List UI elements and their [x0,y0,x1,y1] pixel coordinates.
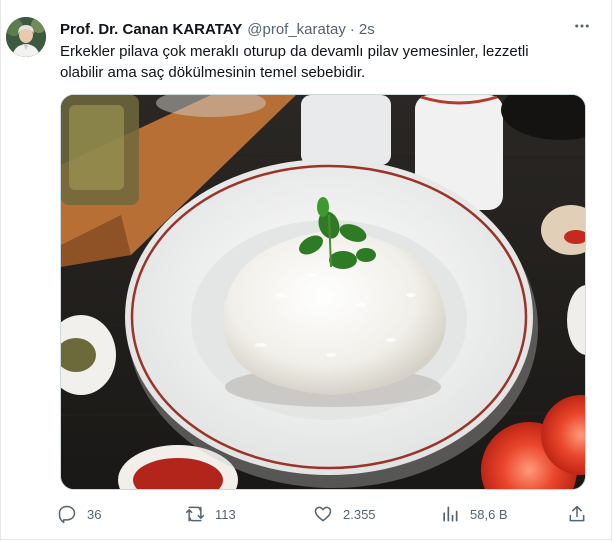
frame-left-border [0,0,1,541]
more-button[interactable] [572,18,592,38]
views-icon [439,503,461,525]
views-count: 58,6 B [470,506,508,522]
like-icon [312,503,334,525]
reply-count: 36 [87,506,102,522]
repost-button[interactable]: 113 [184,502,236,526]
views-button[interactable]: 58,6 B [439,502,508,526]
reply-button[interactable]: 36 [56,502,101,526]
tweet-header: Prof. Dr. Canan KARATAY @prof_karatay · … [60,18,564,40]
header-separator: · [349,20,355,38]
tweet-timestamp[interactable]: 2s [359,21,375,38]
tweet-divider [0,539,612,540]
like-button[interactable]: 2.355 [312,502,376,526]
author-handle[interactable]: @prof_karatay [247,21,346,38]
rice-plate-photo [61,95,585,489]
avatar[interactable] [6,17,46,57]
share-icon [566,503,588,525]
more-icon [573,17,591,40]
frame-right-border [611,0,612,541]
like-count: 2.355 [343,506,376,522]
tweet-actions: 36 113 2.355 58,6 B [56,502,596,526]
tweet-media[interactable] [60,94,586,490]
share-button[interactable] [566,502,588,526]
author-display-name[interactable]: Prof. Dr. Canan KARATAY [60,21,242,38]
repost-count: 113 [215,506,236,522]
repost-icon [184,503,206,525]
tweet-text: Erkekler pilava çok meraklı oturup da de… [60,43,529,81]
reply-icon [56,503,78,525]
